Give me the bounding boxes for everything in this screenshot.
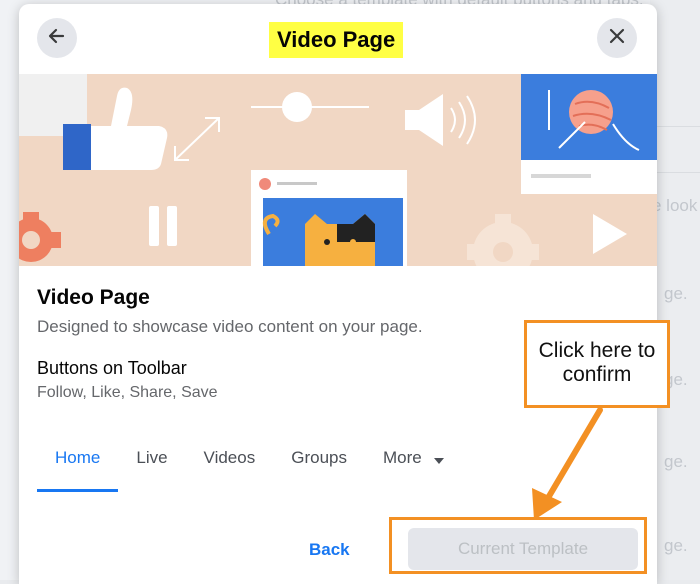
callout-text-line: confirm bbox=[562, 363, 632, 386]
slider-knob-icon bbox=[282, 92, 312, 122]
gear-icon bbox=[19, 212, 61, 262]
background-divider bbox=[650, 126, 700, 127]
close-icon bbox=[608, 27, 626, 50]
tab-videos[interactable]: Videos bbox=[186, 434, 274, 492]
callout-text-line: Click here to bbox=[538, 339, 656, 362]
background-divider bbox=[650, 172, 700, 173]
tab-label: Home bbox=[55, 448, 101, 467]
gear-icon bbox=[467, 214, 539, 266]
expand-arrows-icon bbox=[174, 117, 220, 161]
active-tab-indicator bbox=[37, 489, 119, 492]
dialog-header: Video Page bbox=[19, 4, 657, 75]
arrow-left-icon bbox=[47, 26, 67, 51]
background-text: ge. bbox=[664, 536, 688, 555]
back-arrow-button[interactable] bbox=[37, 18, 77, 58]
close-button[interactable] bbox=[597, 18, 637, 58]
toolbar-buttons-heading: Buttons on Toolbar bbox=[37, 358, 187, 378]
background-text: ge. bbox=[664, 284, 688, 303]
play-icon bbox=[593, 214, 627, 254]
caret-down-icon bbox=[434, 449, 445, 469]
cat-video-card bbox=[251, 170, 407, 266]
tab-label: Groups bbox=[291, 448, 347, 467]
template-name: Video Page bbox=[37, 286, 150, 309]
toolbar-buttons-list: Follow, Like, Share, Save bbox=[37, 384, 218, 401]
tab-groups[interactable]: Groups bbox=[273, 434, 365, 492]
back-button[interactable]: Back bbox=[309, 540, 350, 560]
tab-more[interactable]: More bbox=[365, 434, 462, 492]
template-dialog: Video Page Video Page Designed to showca… bbox=[19, 4, 657, 584]
background-text: e look bbox=[652, 196, 698, 215]
dialog-title: Video Page bbox=[269, 22, 404, 58]
preview-tab-bar: Home Live Videos Groups More bbox=[37, 434, 462, 492]
tab-label: Live bbox=[136, 448, 168, 467]
template-description: Designed to showcase video content on yo… bbox=[37, 317, 423, 336]
background-text: ge. bbox=[664, 452, 688, 471]
tab-label: More bbox=[382, 448, 422, 467]
pause-icon bbox=[149, 206, 177, 246]
yarn-card bbox=[521, 74, 657, 194]
annotation-callout: Click here to confirm bbox=[524, 320, 670, 408]
template-preview-illustration bbox=[19, 74, 657, 266]
annotation-highlight-box bbox=[389, 517, 647, 574]
tab-label: Videos bbox=[203, 448, 256, 467]
tab-live[interactable]: Live bbox=[118, 434, 185, 492]
speaker-icon bbox=[405, 94, 476, 146]
tab-home[interactable]: Home bbox=[37, 434, 119, 492]
